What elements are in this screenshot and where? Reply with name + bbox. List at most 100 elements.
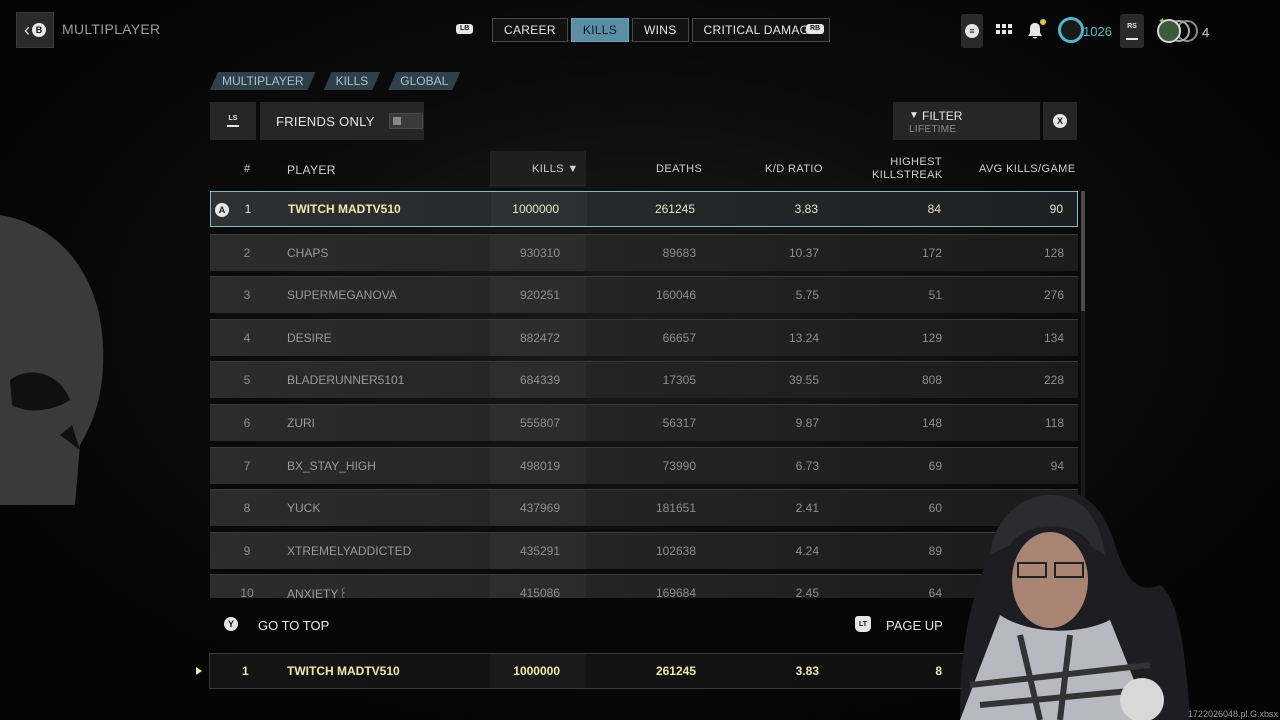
table-row[interactable]: 3 SUPERMEGANOVA 920251 160046 5.75 51 276 (210, 276, 1078, 314)
table-row[interactable]: 7 BX_STAY_HIGH 498019 73990 6.73 69 94 (210, 446, 1078, 484)
party-emblem-icon (1157, 18, 1198, 43)
rs-label: RS (1127, 22, 1137, 30)
cell-kills: 437969 (519, 501, 560, 516)
cell-player: BX_STAY_HIGH (287, 458, 376, 473)
filter-value: LIFETIME (909, 124, 957, 135)
ls-button[interactable]: LS (210, 102, 256, 140)
cell-kills: 684339 (519, 373, 560, 388)
current-player-marker-icon (196, 667, 202, 675)
cell-player: TWITCH MADTV510 (288, 202, 401, 216)
header-deaths[interactable]: DEATHS (656, 163, 702, 175)
header-rank[interactable]: # (244, 163, 251, 175)
x-button[interactable]: X (1043, 102, 1077, 140)
cell-player: YUCK (287, 501, 321, 516)
currency-ring-icon (1058, 17, 1084, 43)
cell-avg: 228 (1043, 373, 1064, 388)
cell-deaths: 169684 (655, 586, 696, 598)
header-kills[interactable]: KILLS ▼ (532, 163, 579, 175)
cell-rank: 3 (243, 288, 251, 303)
my-kd: 3.83 (795, 664, 819, 678)
table-row[interactable]: 4 DESIRE 882472 66657 13.24 129 134 (210, 318, 1078, 356)
cell-kd: 5.75 (795, 288, 819, 303)
cell-avg: 276 (1043, 288, 1064, 303)
cell-deaths: 261245 (654, 202, 695, 216)
header-highest-killstreak[interactable]: HIGHEST KILLSTREAK (872, 156, 942, 182)
breadcrumb-global: GLOBAL (388, 72, 460, 90)
cell-kills: 415086 (519, 586, 560, 598)
cell-deaths: 66657 (662, 330, 696, 345)
cell-avg: 118 (1044, 416, 1064, 430)
rs-line-icon (1126, 37, 1138, 40)
my-player: TWITCH MADTV510 (287, 664, 400, 678)
header-kd-ratio[interactable]: K/D RATIO (765, 163, 823, 175)
go-to-top-button[interactable]: GO TO TOP (258, 618, 329, 633)
cell-streak: 51 (928, 288, 942, 303)
cell-deaths: 17305 (662, 373, 696, 388)
menu-button[interactable]: ≡ (961, 14, 983, 48)
back-button[interactable]: ‹ B (16, 12, 54, 48)
cell-rank: 6 (243, 416, 251, 430)
header-player[interactable]: PLAYER (287, 163, 336, 177)
cell-kills: 930310 (519, 245, 560, 260)
chevron-left-icon: ‹ (24, 19, 30, 40)
rb-bumper-icon[interactable]: RB (806, 24, 825, 34)
cell-player: SUPERMEGANOVA (287, 288, 397, 303)
cell-rank: 8 (243, 501, 251, 516)
my-deaths: 261245 (655, 664, 696, 678)
tab-wins[interactable]: WINS (632, 18, 689, 42)
cell-rank: 7 (243, 458, 251, 473)
cell-deaths: 73990 (662, 458, 696, 473)
rs-button[interactable]: RS (1120, 14, 1144, 48)
x-button-icon: X (1053, 114, 1067, 128)
cell-kills: 1000000 (512, 202, 559, 216)
cell-deaths: 102638 (655, 543, 696, 558)
cell-kd: 6.73 (795, 458, 819, 473)
skull-emblem (0, 215, 104, 505)
cell-avg: 128 (1043, 245, 1064, 260)
cell-rank: 1 (244, 202, 252, 216)
table-header: # PLAYER KILLS ▼ DEATHS K/D RATIO HIGHES… (210, 151, 1078, 187)
table-row[interactable]: 6 ZURI 555807 56317 9.87 148 118 (210, 404, 1078, 441)
menu-icon: ≡ (965, 24, 979, 38)
friends-only-label: FRIENDS ONLY (276, 113, 375, 129)
party-count: 4 (1202, 25, 1210, 40)
table-row[interactable]: A 1 TWITCH MADTV510 1000000 261245 3.83 84 90 (210, 191, 1078, 227)
cell-avg: 90 (1049, 202, 1063, 216)
cell-player: BLADERUNNER5101 (287, 373, 405, 388)
cell-kd: 4.24 (795, 543, 819, 558)
breadcrumb-multiplayer: MULTIPLAYER (210, 72, 316, 90)
cell-player: ANXIETY꒰ (287, 587, 348, 598)
cell-deaths: 56317 (662, 416, 696, 430)
cell-kd: 9.87 (795, 416, 819, 430)
y-button-icon[interactable]: Y (224, 617, 238, 631)
table-row[interactable]: 5 BLADERUNNER5101 684339 17305 39.55 808 228 (210, 361, 1078, 399)
friends-only-toggle[interactable]: FRIENDS ONLY (260, 102, 424, 140)
watermark: 1722026048.pl.G.xbsx (1187, 709, 1278, 719)
toggle-switch[interactable] (388, 113, 423, 129)
lb-bumper-icon[interactable]: LB (456, 24, 474, 34)
grid-icon[interactable] (995, 22, 1013, 40)
lt-trigger-icon[interactable]: LT (855, 616, 871, 632)
scrollbar-thumb[interactable] (1081, 191, 1085, 311)
webcam-overlay (960, 489, 1190, 720)
cell-kd: 2.41 (795, 501, 819, 516)
cell-rank: 2 (243, 245, 251, 260)
cell-streak: 69 (928, 458, 942, 473)
cell-avg: 94 (1050, 458, 1064, 473)
page-title: MULTIPLAYER (62, 21, 161, 37)
cell-rank: 4 (243, 330, 251, 345)
currency-value: 1026 (1083, 24, 1112, 39)
tab-kills[interactable]: KILLS (570, 18, 630, 42)
cell-player: ZURI (287, 416, 315, 430)
filter-button[interactable]: ▼ FILTER LIFETIME (893, 102, 1040, 140)
category-tabs: CAREER KILLS WINS CRITICAL DAMAGE (492, 18, 830, 42)
b-button-icon: B (32, 23, 46, 37)
cell-player: XTREMELYADDICTED (287, 543, 412, 558)
tab-career[interactable]: CAREER (492, 18, 568, 42)
filter-label: FILTER (922, 109, 963, 123)
cell-kills: 435291 (519, 543, 560, 558)
cell-streak: 808 (921, 373, 942, 388)
table-row[interactable]: 2 CHAPS 930310 89683 10.37 172 128 (210, 233, 1078, 271)
cell-kd: 3.83 (794, 202, 818, 216)
header-avg-kills-game[interactable]: AVG KILLS/GAME (979, 163, 1075, 175)
